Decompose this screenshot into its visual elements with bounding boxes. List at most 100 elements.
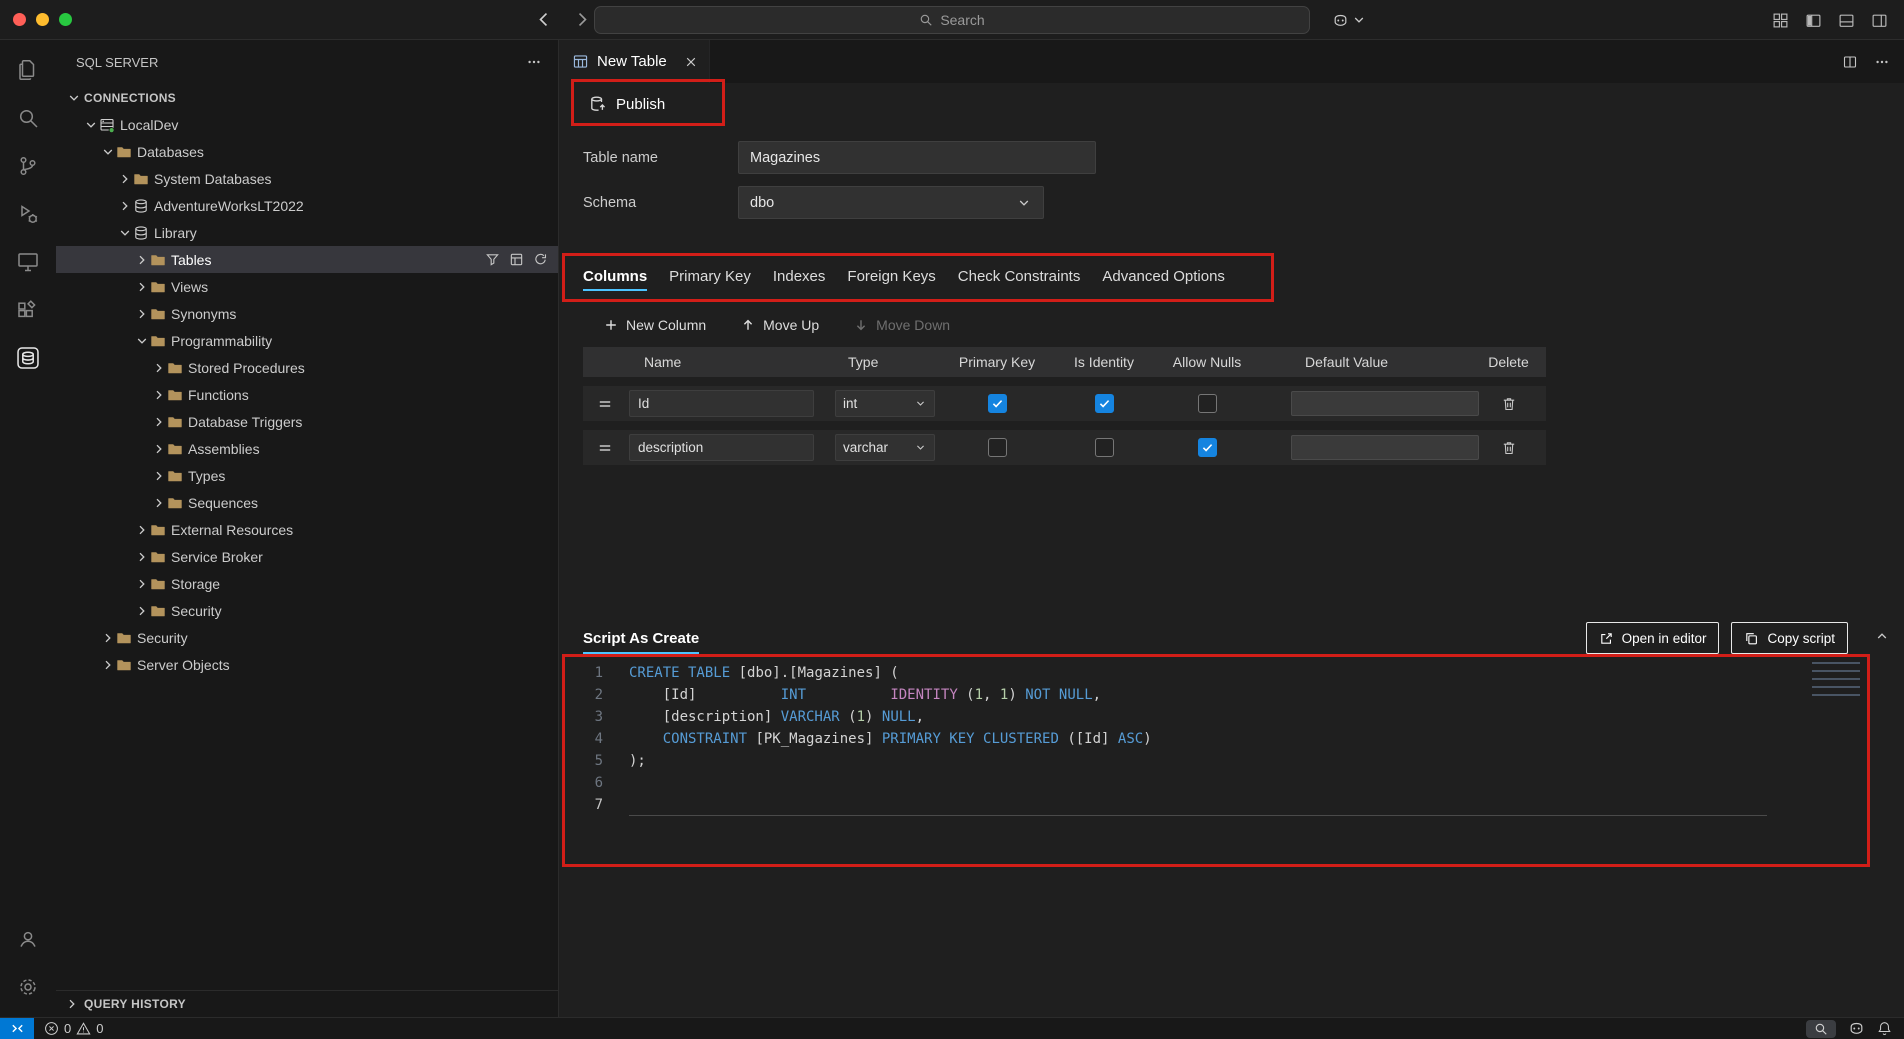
- open-in-editor-button[interactable]: Open in editor: [1586, 622, 1720, 654]
- default-value-input[interactable]: [1291, 391, 1479, 416]
- designer-tab-columns[interactable]: Columns: [575, 257, 655, 295]
- zoom-window-button[interactable]: [59, 13, 72, 26]
- tree-item-programmability[interactable]: Programmability: [56, 327, 558, 354]
- column-type-dropdown[interactable]: int: [835, 390, 935, 417]
- tree-item-types[interactable]: Types: [56, 462, 558, 489]
- allow-nulls-checkbox[interactable]: [1198, 394, 1217, 413]
- new-column-button[interactable]: New Column: [603, 317, 706, 333]
- tree-item-storage[interactable]: Storage: [56, 570, 558, 597]
- designer-tab-primary-key[interactable]: Primary Key: [661, 257, 759, 295]
- layout-bottom-icon[interactable]: [1838, 12, 1855, 29]
- tree-item-label: Service Broker: [171, 549, 263, 565]
- move-up-button[interactable]: Move Up: [740, 317, 819, 333]
- tree-item-actions: [485, 246, 548, 273]
- activity-account-icon[interactable]: [0, 915, 56, 963]
- tree-item-server-objects[interactable]: Server Objects: [56, 651, 558, 678]
- is-identity-checkbox[interactable]: [1095, 438, 1114, 457]
- tree-item-functions[interactable]: Functions: [56, 381, 558, 408]
- tree-item-synonyms[interactable]: Synonyms: [56, 300, 558, 327]
- refresh-icon[interactable]: [533, 252, 548, 267]
- activity-settings-gear-icon[interactable]: [0, 963, 56, 1011]
- close-tab-icon[interactable]: [683, 54, 699, 70]
- tree-item-library[interactable]: Library: [56, 219, 558, 246]
- more-actions-icon[interactable]: [526, 54, 542, 70]
- move-down-button[interactable]: Move Down: [853, 317, 950, 333]
- remote-indicator[interactable]: [0, 1018, 34, 1039]
- layout-right-icon[interactable]: [1871, 12, 1888, 29]
- tree-item-sequences[interactable]: Sequences: [56, 489, 558, 516]
- table-name-input[interactable]: [738, 141, 1096, 174]
- primary-key-checkbox[interactable]: [988, 394, 1007, 413]
- schema-dropdown[interactable]: dbo: [738, 186, 1044, 219]
- back-icon[interactable]: [534, 10, 553, 29]
- designer-tab-check-constraints[interactable]: Check Constraints: [950, 257, 1089, 295]
- forward-icon[interactable]: [573, 10, 592, 29]
- ellipsis-icon[interactable]: [1874, 54, 1890, 70]
- problems-status[interactable]: 0 0: [44, 1021, 103, 1036]
- tab-new-table[interactable]: New Table: [559, 40, 710, 83]
- table-icon[interactable]: [509, 252, 524, 267]
- delete-column-button[interactable]: [1497, 436, 1521, 460]
- tree-item-views[interactable]: Views: [56, 273, 558, 300]
- minimap[interactable]: [1812, 662, 1860, 702]
- tree-item-security[interactable]: Security: [56, 624, 558, 651]
- activity-sql-server-icon[interactable]: [0, 334, 56, 382]
- code-text: [629, 794, 1767, 816]
- column-name-input[interactable]: [629, 390, 814, 417]
- default-value-input[interactable]: [1291, 435, 1479, 460]
- query-history-section[interactable]: QUERY HISTORY: [56, 990, 558, 1017]
- tree-item-assemblies[interactable]: Assemblies: [56, 435, 558, 462]
- script-button-label: Open in editor: [1622, 631, 1707, 646]
- tree-item-adventureworkslt2022[interactable]: AdventureWorksLT2022: [56, 192, 558, 219]
- drag-handle-icon[interactable]: [583, 440, 627, 456]
- designer-tab-label: Foreign Keys: [847, 268, 935, 285]
- activity-run-debug-icon[interactable]: [0, 190, 56, 238]
- line-number: 5: [559, 750, 603, 772]
- command-center-search[interactable]: Search: [594, 6, 1310, 34]
- copilot-menu[interactable]: [1332, 0, 1367, 40]
- primary-key-checkbox[interactable]: [988, 438, 1007, 457]
- close-window-button[interactable]: [13, 13, 26, 26]
- activity-source-control-icon[interactable]: [0, 142, 56, 190]
- column-type-dropdown[interactable]: varchar: [835, 434, 935, 461]
- allow-nulls-checkbox[interactable]: [1198, 438, 1217, 457]
- tree-item-connections[interactable]: CONNECTIONS: [56, 84, 558, 111]
- tree-item-stored-procedures[interactable]: Stored Procedures: [56, 354, 558, 381]
- activity-search-icon[interactable]: [0, 94, 56, 142]
- designer-tab-foreign-keys[interactable]: Foreign Keys: [839, 257, 943, 295]
- layout-left-icon[interactable]: [1805, 12, 1822, 29]
- designer-tab-indexes[interactable]: Indexes: [765, 257, 834, 295]
- notifications-bell-icon[interactable]: [1877, 1021, 1892, 1036]
- delete-column-button[interactable]: [1497, 392, 1521, 416]
- script-editor[interactable]: 1CREATE TABLE [dbo].[Magazines] (2 [Id] …: [559, 662, 1904, 816]
- layout-controls: [1772, 0, 1888, 40]
- activity-explorer-icon[interactable]: [0, 46, 56, 94]
- tree-item-service-broker[interactable]: Service Broker: [56, 543, 558, 570]
- copilot-status-icon[interactable]: [1848, 1020, 1865, 1037]
- tree-item-security[interactable]: Security: [56, 597, 558, 624]
- tree-item-databases[interactable]: Databases: [56, 138, 558, 165]
- designer-tab-advanced-options[interactable]: Advanced Options: [1094, 257, 1233, 295]
- tree-item-external-resources[interactable]: External Resources: [56, 516, 558, 543]
- tree-item-database-triggers[interactable]: Database Triggers: [56, 408, 558, 435]
- drag-handle-icon[interactable]: [583, 396, 627, 412]
- publish-button[interactable]: Publish: [583, 89, 671, 119]
- activity-extensions-icon[interactable]: [0, 286, 56, 334]
- chevron-right-icon: [117, 198, 133, 214]
- tree-item-tables[interactable]: Tables: [56, 246, 558, 273]
- tree-item-localdev[interactable]: LocalDev: [56, 111, 558, 138]
- minimize-window-button[interactable]: [36, 13, 49, 26]
- activity-remote-explorer-icon[interactable]: [0, 238, 56, 286]
- tree-item-system-databases[interactable]: System Databases: [56, 165, 558, 192]
- copy-script-button[interactable]: Copy script: [1731, 622, 1848, 654]
- chevron-down-icon: [66, 90, 82, 106]
- column-name-input[interactable]: [629, 434, 814, 461]
- layout-grid-icon[interactable]: [1772, 12, 1789, 29]
- activity-bar: [0, 40, 56, 1017]
- chevron-right-icon: [134, 603, 150, 619]
- zoom-icon[interactable]: [1806, 1020, 1836, 1038]
- chevron-up-icon[interactable]: [1874, 628, 1890, 644]
- is-identity-checkbox[interactable]: [1095, 394, 1114, 413]
- split-editor-icon[interactable]: [1842, 54, 1858, 70]
- filter-icon[interactable]: [485, 252, 500, 267]
